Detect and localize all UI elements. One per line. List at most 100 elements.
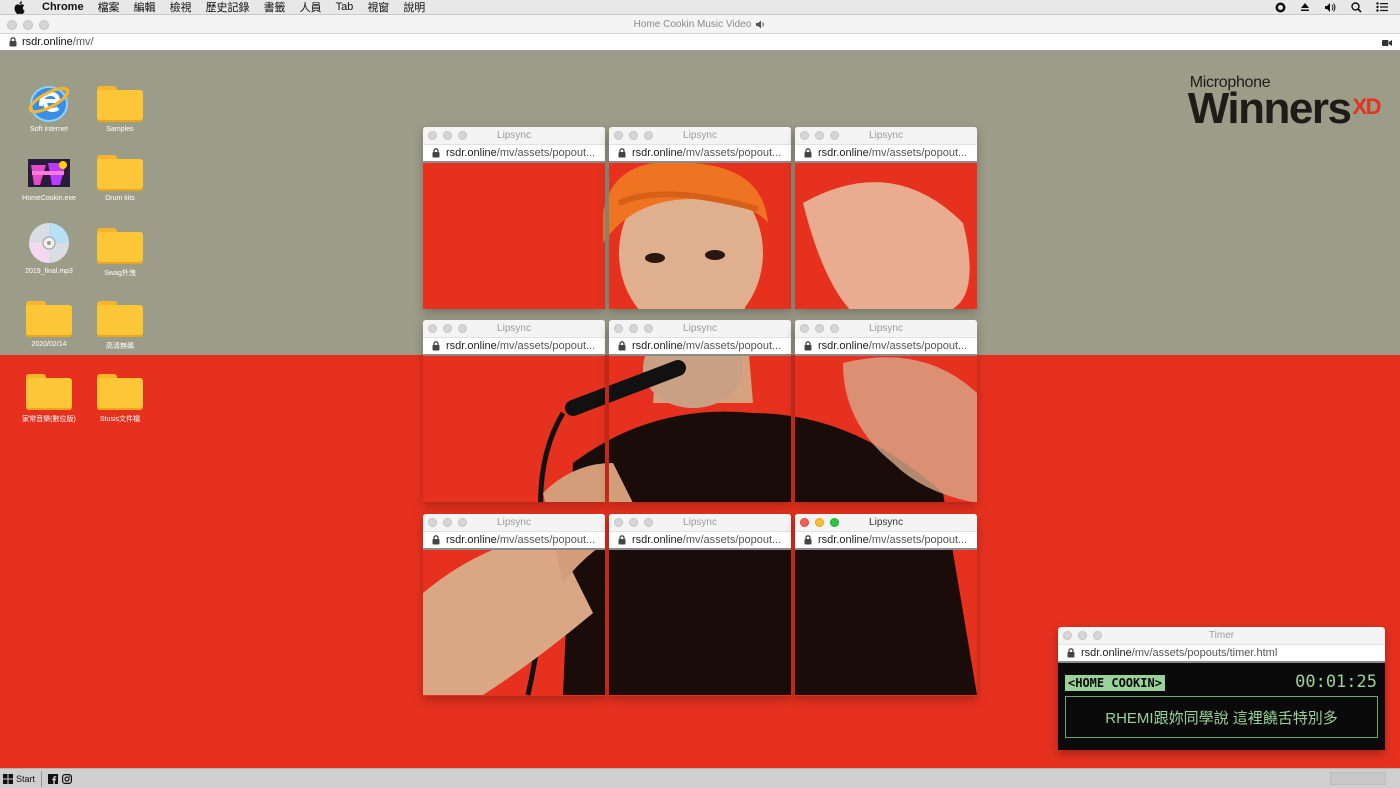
close-window-button[interactable] — [1063, 631, 1072, 640]
zoom-window-button[interactable] — [458, 324, 467, 333]
audio-playing-icon[interactable] — [755, 20, 766, 29]
timer-address-bar[interactable]: rsdr.online/mv/assets/popouts/timer.html — [1058, 645, 1385, 663]
menu-people[interactable]: 人員 — [300, 0, 322, 15]
popup-title-bar[interactable]: Lipsync — [795, 127, 977, 145]
popup-address-bar[interactable]: rsdr.online/mv/assets/popout... — [795, 532, 977, 550]
lipsync-popup-window[interactable]: Lipsync rsdr.online/mv/assets/popout... — [423, 514, 605, 696]
close-window-button[interactable] — [614, 131, 623, 140]
menu-view[interactable]: 檢視 — [170, 0, 192, 15]
minimize-window-button[interactable] — [443, 131, 452, 140]
video-frame-art — [795, 356, 977, 502]
lipsync-popup-window[interactable]: Lipsync rsdr.online/mv/assets/popout... — [795, 127, 977, 309]
desktop-icon-samples[interactable]: Samples — [88, 82, 152, 133]
zoom-window-button[interactable] — [1093, 631, 1102, 640]
zoom-window-button[interactable] — [458, 518, 467, 527]
lipsync-popup-window[interactable]: Lipsync rsdr.online/mv/assets/popout... — [795, 514, 977, 696]
close-window-button[interactable] — [800, 324, 809, 333]
popup-title-bar[interactable]: Lipsync — [423, 320, 605, 338]
lipsync-popup-window[interactable]: Lipsync rsdr.online/mv/assets/popout... — [609, 127, 791, 309]
zoom-window-button[interactable] — [458, 131, 467, 140]
popup-title-bar[interactable]: Lipsync — [423, 514, 605, 532]
spotlight-search-icon[interactable] — [1351, 1, 1362, 13]
timer-popup[interactable]: Timer rsdr.online/mv/assets/popouts/time… — [1058, 627, 1385, 750]
instagram-icon[interactable] — [62, 773, 73, 784]
popup-title-bar[interactable]: Lipsync — [609, 320, 791, 338]
popup-title-bar[interactable]: Lipsync — [795, 320, 977, 338]
address-bar[interactable]: rsdr.online/mv/ — [0, 34, 1400, 52]
record-icon[interactable] — [1275, 2, 1286, 13]
facebook-icon[interactable] — [48, 773, 59, 784]
desktop-icon-soft-internet[interactable]: Soft internet — [17, 82, 81, 133]
menu-tab[interactable]: Tab — [336, 1, 354, 13]
lipsync-popup-window[interactable]: Lipsync rsdr.online/mv/assets/popout... — [609, 514, 791, 696]
timer-title-bar[interactable]: Timer — [1058, 627, 1385, 645]
lipsync-popup-window[interactable]: Lipsync rsdr.online/mv/assets/popout... — [423, 127, 605, 309]
zoom-window-button[interactable] — [644, 131, 653, 140]
minimize-window-button[interactable] — [815, 131, 824, 140]
desktop-icon-2020-02-14[interactable]: 2020/02/14 — [17, 297, 81, 348]
logo-word: Winners — [1187, 84, 1352, 133]
popup-title-bar[interactable]: Lipsync — [423, 127, 605, 145]
menu-history[interactable]: 歷史記錄 — [206, 0, 250, 15]
close-window-button[interactable] — [7, 20, 17, 30]
menu-window[interactable]: 視窗 — [367, 0, 389, 15]
minimize-window-button[interactable] — [629, 324, 638, 333]
lipsync-popup-window[interactable]: Lipsync rsdr.online/mv/assets/popout... — [795, 320, 977, 502]
zoom-window-button[interactable] — [830, 518, 839, 527]
minimize-window-button[interactable] — [815, 518, 824, 527]
lipsync-popup-window[interactable]: Lipsync rsdr.online/mv/assets/popout... — [423, 320, 605, 502]
zoom-window-button[interactable] — [644, 518, 653, 527]
desktop-icon-2019-final-mp3[interactable]: 2019_final.mp3 — [17, 223, 81, 275]
minimize-window-button[interactable] — [443, 324, 452, 333]
popup-address-bar[interactable]: rsdr.online/mv/assets/popout... — [609, 145, 791, 163]
menu-file[interactable]: 檔案 — [98, 0, 120, 15]
popup-address-bar[interactable]: rsdr.online/mv/assets/popout... — [795, 338, 977, 356]
lock-icon — [432, 341, 440, 351]
camera-icon[interactable] — [1382, 38, 1392, 50]
zoom-window-button[interactable] — [830, 324, 839, 333]
minimize-window-button[interactable] — [443, 518, 452, 527]
zoom-window-button[interactable] — [644, 324, 653, 333]
minimize-window-button[interactable] — [629, 131, 638, 140]
menu-bookmarks[interactable]: 書籤 — [264, 0, 286, 15]
minimize-window-button[interactable] — [1078, 631, 1087, 640]
close-window-button[interactable] — [800, 131, 809, 140]
menu-help[interactable]: 說明 — [403, 0, 425, 15]
close-window-button[interactable] — [428, 131, 437, 140]
close-window-button[interactable] — [614, 324, 623, 333]
desktop-icon-home-music[interactable]: 家常音樂(數位版) — [17, 370, 81, 424]
minimize-window-button[interactable] — [629, 518, 638, 527]
minimize-window-button[interactable] — [815, 324, 824, 333]
volume-icon[interactable] — [1324, 2, 1337, 13]
close-window-button[interactable] — [800, 518, 809, 527]
zoom-window-button[interactable] — [39, 20, 49, 30]
close-window-button[interactable] — [428, 324, 437, 333]
desktop-icon-homecookin-exe[interactable]: HomeCookin.exe — [17, 151, 81, 202]
minimize-window-button[interactable] — [23, 20, 33, 30]
start-label: Start — [16, 773, 36, 784]
popup-address-bar[interactable]: rsdr.online/mv/assets/popout... — [609, 532, 791, 550]
popup-title-bar[interactable]: Lipsync — [609, 127, 791, 145]
popup-title-bar[interactable]: Lipsync — [609, 514, 791, 532]
popup-title: Lipsync — [869, 323, 903, 334]
close-window-button[interactable] — [428, 518, 437, 527]
popup-address-bar[interactable]: rsdr.online/mv/assets/popout... — [423, 145, 605, 163]
popup-address-bar[interactable]: rsdr.online/mv/assets/popout... — [609, 338, 791, 356]
lipsync-popup-window[interactable]: Lipsync rsdr.online/mv/assets/popout... — [609, 320, 791, 502]
notification-center-icon[interactable] — [1376, 2, 1388, 12]
popup-title-bar[interactable]: Lipsync — [795, 514, 977, 532]
desktop-icon-swag[interactable]: Swag外洩 — [88, 224, 152, 278]
eject-icon[interactable] — [1300, 2, 1310, 12]
zoom-window-button[interactable] — [830, 131, 839, 140]
start-button[interactable]: Start — [3, 770, 43, 787]
apple-icon[interactable] — [14, 0, 28, 14]
menu-app-name[interactable]: Chrome — [42, 1, 84, 13]
desktop-icon-hd-folder[interactable]: 高清無碼 — [88, 297, 152, 351]
popup-address-bar[interactable]: rsdr.online/mv/assets/popout... — [423, 338, 605, 356]
desktop-icon-stusis-docs[interactable]: Stusis文件檔 — [88, 370, 152, 424]
menu-edit[interactable]: 編輯 — [134, 0, 156, 15]
desktop-icon-drum-kits[interactable]: Drum kits — [88, 151, 152, 202]
close-window-button[interactable] — [614, 518, 623, 527]
popup-address-bar[interactable]: rsdr.online/mv/assets/popout... — [795, 145, 977, 163]
popup-address-bar[interactable]: rsdr.online/mv/assets/popout... — [423, 532, 605, 550]
